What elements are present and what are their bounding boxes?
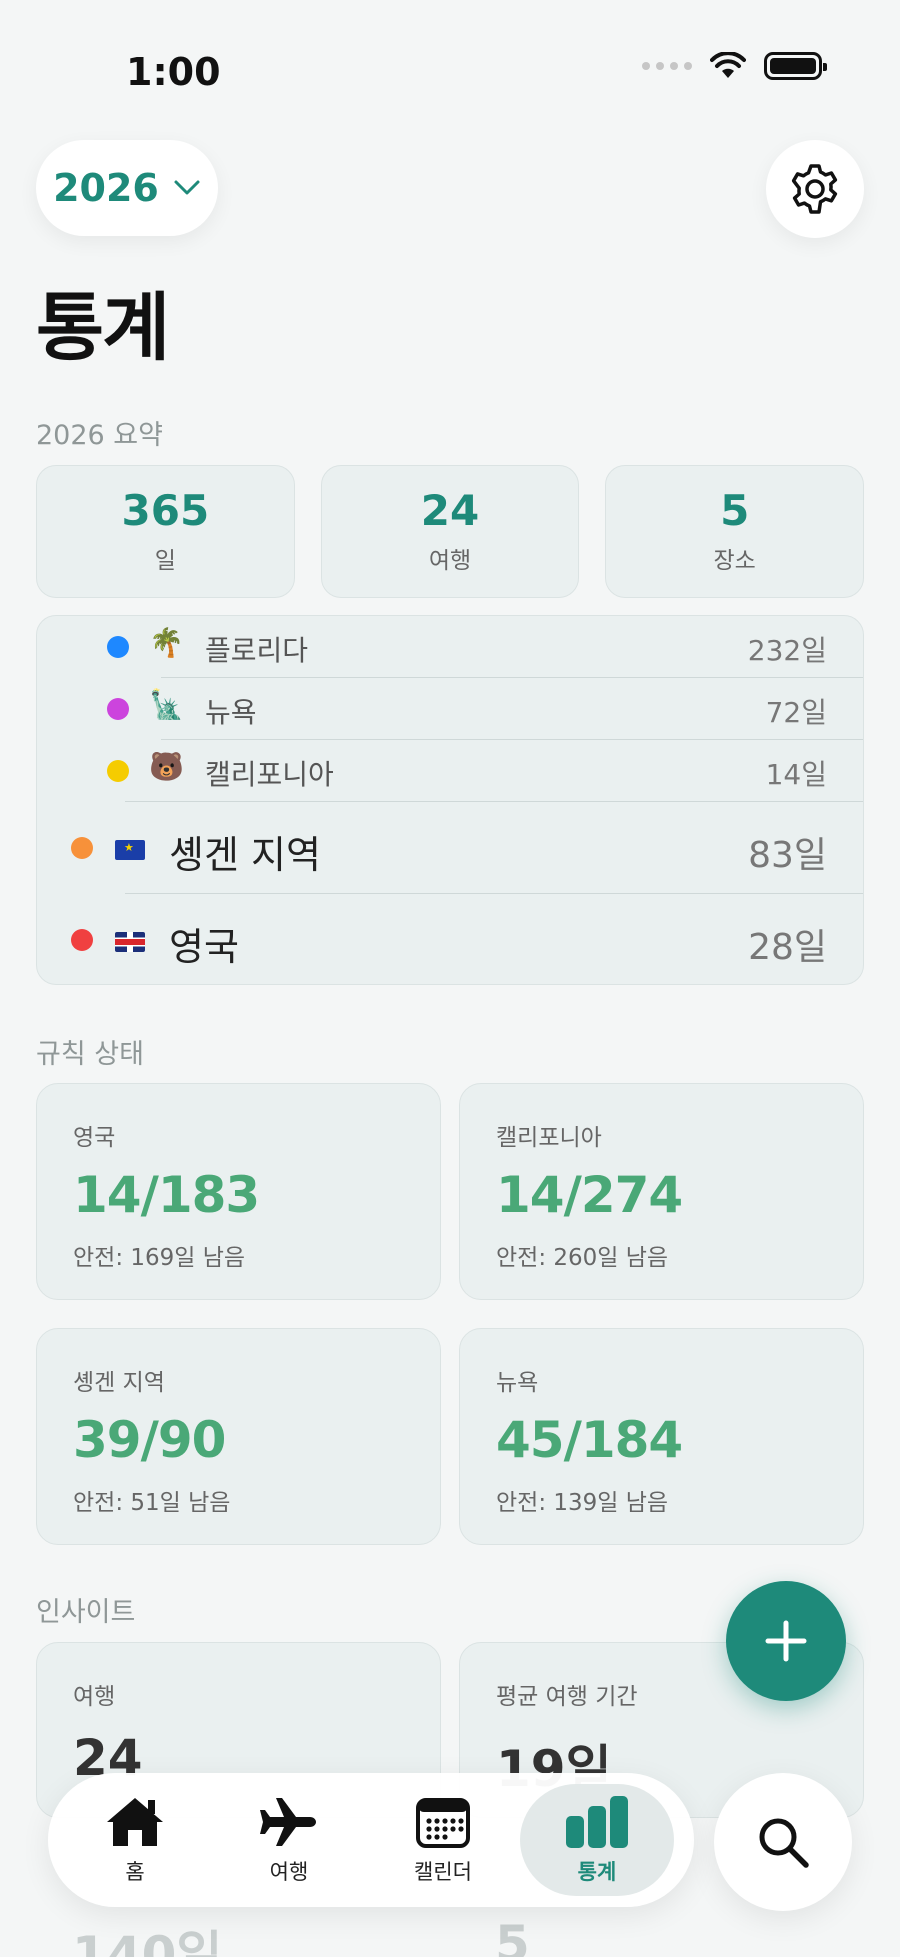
gear-icon — [791, 164, 838, 214]
summary-label: 여행 — [428, 547, 472, 574]
rule-card-uk[interactable]: 영국 14/183 안전: 169일 남음 — [36, 1083, 441, 1300]
chart-bars-icon — [566, 1796, 628, 1848]
rule-value: 45/184 — [496, 1411, 683, 1469]
insight-value-faded: 5 — [495, 1915, 530, 1957]
statue-of-liberty-icon: 🗽 — [149, 688, 184, 721]
insights-section-label: 인사이트 — [36, 1597, 136, 1628]
tab-calendar[interactable]: 캘린더 — [366, 1784, 520, 1896]
rule-name: 솅겐 지역 — [73, 1370, 165, 1396]
airplane-icon — [260, 1798, 316, 1846]
place-color-dot — [107, 760, 129, 782]
add-trip-button[interactable] — [726, 1581, 846, 1701]
rule-safe-text: 안전: 260일 남음 — [496, 1245, 669, 1271]
tab-label: 여행 — [269, 1860, 309, 1884]
place-color-dot — [107, 698, 129, 720]
summary-card-places: 5 장소 — [605, 465, 865, 598]
chevron-down-icon — [174, 180, 200, 195]
plus-icon — [765, 1620, 807, 1662]
summary-value: 5 — [720, 486, 750, 536]
tab-trips[interactable]: 여행 — [212, 1784, 366, 1896]
rule-card-schengen[interactable]: 솅겐 지역 39/90 안전: 51일 남음 — [36, 1328, 441, 1545]
page-title: 통계 — [36, 285, 170, 371]
year-label: 2026 — [53, 166, 159, 210]
battery-icon — [764, 52, 827, 80]
place-color-dot — [71, 837, 93, 859]
place-row-florida[interactable]: 🌴 플로리다 232일 — [37, 616, 863, 678]
wifi-icon — [710, 52, 746, 78]
place-days: 83일 — [748, 835, 827, 876]
rule-name: 영국 — [73, 1125, 116, 1151]
place-name: 영국 — [169, 925, 239, 969]
place-days: 28일 — [748, 927, 827, 968]
tab-label: 캘린더 — [414, 1860, 472, 1884]
calendar-icon — [416, 1798, 470, 1848]
summary-card-days: 365 일 — [36, 465, 295, 598]
rule-value: 14/274 — [496, 1166, 683, 1224]
place-color-dot — [71, 929, 93, 951]
rule-value: 14/183 — [73, 1166, 260, 1224]
tab-home[interactable]: 홈 — [58, 1784, 212, 1896]
year-selector[interactable]: 2026 — [36, 140, 218, 236]
uk-flag-icon — [115, 926, 145, 959]
rule-name: 캘리포니아 — [496, 1125, 602, 1151]
tab-stats[interactable]: 통계 — [520, 1784, 674, 1896]
rules-grid: 영국 14/183 안전: 169일 남음 캘리포니아 14/274 안전: 2… — [36, 1083, 864, 1545]
place-name: 솅겐 지역 — [169, 833, 321, 877]
place-days: 14일 — [765, 758, 827, 791]
rules-section-label: 규칙 상태 — [36, 1039, 144, 1070]
rule-card-california[interactable]: 캘리포니아 14/274 안전: 260일 남음 — [459, 1083, 864, 1300]
summary-cards: 365 일 24 여행 5 장소 — [36, 465, 865, 598]
place-row-california[interactable]: 🐻 캘리포니아 14일 — [37, 740, 863, 802]
summary-label: 일 — [154, 547, 176, 574]
place-days: 232일 — [747, 634, 827, 667]
place-list: 🌴 플로리다 232일 🗽 뉴욕 72일 🐻 캘리포니아 14일 솅겐 지역 8… — [36, 615, 864, 985]
home-icon — [107, 1798, 163, 1846]
tab-bar: 홈 여행 캘린더 통계 — [48, 1773, 694, 1907]
status-icons — [642, 52, 827, 80]
status-time: 1:00 — [126, 50, 221, 94]
summary-label: 장소 — [713, 547, 756, 574]
bear-icon: 🐻 — [149, 750, 184, 783]
summary-value: 24 — [420, 486, 480, 536]
search-icon — [759, 1818, 809, 1868]
place-days: 72일 — [765, 696, 827, 729]
rule-value: 39/90 — [73, 1411, 226, 1469]
settings-button[interactable] — [766, 140, 864, 238]
palm-tree-icon: 🌴 — [149, 626, 184, 659]
place-row-new-york[interactable]: 🗽 뉴욕 72일 — [37, 678, 863, 740]
rule-safe-text: 안전: 51일 남음 — [73, 1490, 231, 1516]
tab-label: 홈 — [125, 1860, 145, 1884]
place-row-schengen[interactable]: 솅겐 지역 83일 — [37, 802, 863, 894]
eu-flag-icon — [115, 834, 145, 867]
tab-label: 통계 — [577, 1860, 617, 1884]
status-bar: 1:00 — [0, 0, 900, 120]
rule-safe-text: 안전: 139일 남음 — [496, 1490, 669, 1516]
cellular-signal-icon — [642, 62, 692, 70]
rule-name: 뉴욕 — [496, 1370, 539, 1396]
summary-value: 365 — [121, 486, 210, 536]
insight-value-faded: 140일 — [72, 1926, 223, 1957]
rule-card-new-york[interactable]: 뉴욕 45/184 안전: 139일 남음 — [459, 1328, 864, 1545]
summary-card-trips: 24 여행 — [320, 465, 580, 598]
insight-name: 여행 — [73, 1684, 116, 1710]
summary-section-label: 2026 요약 — [36, 420, 163, 451]
place-name: 캘리포니아 — [205, 758, 334, 791]
search-button[interactable] — [714, 1773, 852, 1911]
place-color-dot — [107, 636, 129, 658]
place-name: 플로리다 — [205, 634, 309, 667]
place-row-uk[interactable]: 영국 28일 — [37, 894, 863, 984]
rule-safe-text: 안전: 169일 남음 — [73, 1245, 246, 1271]
place-name: 뉴욕 — [205, 696, 257, 729]
